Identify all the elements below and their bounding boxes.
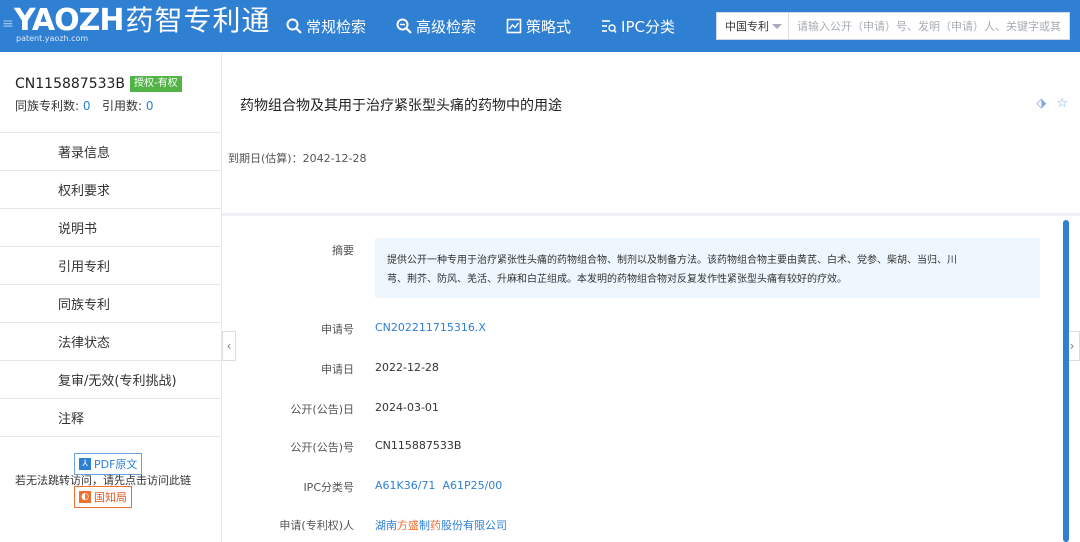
applicant-highlight: 方盛	[397, 519, 419, 532]
publication-number: CN115887533B	[15, 76, 126, 92]
ipc-label: IPC分类号	[303, 481, 354, 494]
logo-subtitle: patent.yaozh.com	[16, 34, 89, 43]
ipc-code-link[interactable]: A61P25/00	[442, 479, 502, 492]
applicant-link[interactable]: 湖南方盛制药股份有限公司	[375, 517, 507, 533]
nav-strategy[interactable]: 策略式	[506, 16, 571, 37]
logo-cn-text: 药智专利通	[125, 4, 271, 37]
application-date: 2022-12-28	[375, 361, 439, 374]
nav-ipc-label: IPC分类	[621, 17, 675, 36]
left-sidebar: CN115887533B 授权-有权 同族专利数: 0 引用数: 0 著录信息 …	[0, 52, 222, 542]
nav-basic-search[interactable]: 常规检索	[286, 16, 366, 37]
sidebar-item-description[interactable]: 说明书	[0, 209, 221, 247]
applicant-label: 申请(专利权)人	[279, 519, 354, 532]
nav-advanced-search-label: 高级检索	[416, 17, 477, 36]
cite-count[interactable]: 0	[146, 99, 154, 113]
top-header: ≡ YAOZH药智专利通 patent.yaozh.com 常规检索 高级检索 …	[0, 0, 1080, 52]
count-line: 同族专利数: 0 引用数: 0	[15, 97, 221, 114]
application-number-label: 申请号	[321, 323, 354, 336]
nav-ipc[interactable]: IPC分类	[601, 16, 675, 37]
abstract-box: 提供公开一种专用于治疗紧张性头痛的药物组合物、制剂以及制备方法。该药物组合物主要…	[375, 238, 1040, 298]
ipc-code-link[interactable]: A61K36/71	[375, 479, 435, 492]
sidebar-item-bibliographic[interactable]: 著录信息	[0, 133, 221, 171]
publication-number-label: 公开(公告)号	[290, 441, 354, 454]
patent-title-card: 药物组合物及其用于治疗紧张型头痛的药物中的用途 ⬗ ☆ 到期日(估算)：2042…	[222, 52, 1080, 213]
applicant-part: 制	[419, 519, 430, 532]
cnipa-button[interactable]: ◐ 国知局	[74, 486, 132, 508]
star-icon[interactable]: ☆	[1056, 96, 1068, 111]
search-icon	[286, 18, 302, 34]
applicant-highlight: 药	[430, 519, 441, 532]
site-logo[interactable]: YAOZH药智专利通 patent.yaozh.com	[14, 3, 271, 44]
application-date-label: 申请日	[321, 363, 354, 376]
search-plus-icon	[396, 18, 412, 34]
menu-icon[interactable]: ≡	[2, 16, 14, 32]
application-number-link[interactable]: CN202211715316.X	[375, 321, 486, 334]
cite-count-label: 引用数:	[101, 99, 143, 113]
nav-strategy-label: 策略式	[526, 17, 572, 36]
sidebar-item-notes[interactable]: 注释	[0, 399, 221, 437]
search-input[interactable]	[789, 13, 1069, 39]
nav-basic-search-label: 常规检索	[306, 17, 367, 36]
publication-number-value: CN115887533B	[375, 439, 462, 452]
abstract-line-1: 提供公开一种专用于治疗紧张性头痛的药物组合物、制剂以及制备方法。该药物组合物主要…	[387, 255, 957, 266]
nav-advanced-search[interactable]: 高级检索	[396, 16, 476, 37]
sidebar-note: 若无法跳转访问，请先点击访问此链	[15, 474, 191, 487]
search-scope-select[interactable]: 中国专利	[717, 13, 789, 39]
abstract-line-2: 芎、荆芥、防风、羌活、升麻和白芷组成。本发明的药物组合物对反复发作性紧张型头痛有…	[387, 274, 847, 285]
abstract-label: 摘要	[332, 244, 354, 257]
sidebar-item-reexam-invalidation[interactable]: 复审/无效(专利挑战)	[0, 361, 221, 399]
cnipa-logo-icon: ◐	[79, 491, 91, 503]
collapse-sidebar-arrow[interactable]: ‹	[222, 331, 236, 361]
publication-date-label: 公开(公告)日	[290, 403, 354, 416]
strategy-icon	[506, 18, 522, 34]
sidebar-item-citations[interactable]: 引用专利	[0, 247, 221, 285]
pdf-icon: ⅄	[79, 458, 91, 470]
cnipa-label: 国知局	[94, 491, 127, 504]
search-scope-value: 中国专利	[725, 20, 769, 33]
patent-detail-card: 摘要 提供公开一种专用于治疗紧张性头痛的药物组合物、制剂以及制备方法。该药物组合…	[222, 216, 1080, 542]
expiry-date: 到期日(估算)：2042-12-28	[228, 152, 367, 165]
sidebar-item-claims[interactable]: 权利要求	[0, 171, 221, 209]
scrollbar[interactable]	[1063, 220, 1069, 542]
ipc-codes: A61K36/71 A61P25/00	[375, 479, 502, 492]
title-actions: ⬗ ☆	[1026, 96, 1068, 111]
list-search-icon	[602, 20, 617, 34]
search-bar: 中国专利	[716, 12, 1070, 40]
main-nav: 常规检索 高级检索 策略式 IPC分类	[286, 0, 705, 52]
status-badge: 授权-有权	[130, 76, 182, 92]
sidebar-item-legal-status[interactable]: 法律状态	[0, 323, 221, 361]
patent-title: 药物组合物及其用于治疗紧张型头痛的药物中的用途	[240, 98, 562, 114]
applicant-part: 股份有限公司	[441, 519, 507, 532]
publication-summary: CN115887533B 授权-有权 同族专利数: 0 引用数: 0	[0, 52, 221, 133]
caret-down-icon	[772, 23, 782, 29]
tag-icon[interactable]: ⬗	[1036, 96, 1046, 111]
publication-date: 2024-03-01	[375, 401, 439, 414]
family-count-label: 同族专利数:	[15, 99, 80, 113]
pdf-original-label: PDF原文	[94, 458, 138, 471]
logo-text: YAOZH	[14, 3, 124, 38]
family-count[interactable]: 0	[83, 99, 91, 113]
applicant-part: 湖南	[375, 519, 397, 532]
sidebar-item-family[interactable]: 同族专利	[0, 285, 221, 323]
